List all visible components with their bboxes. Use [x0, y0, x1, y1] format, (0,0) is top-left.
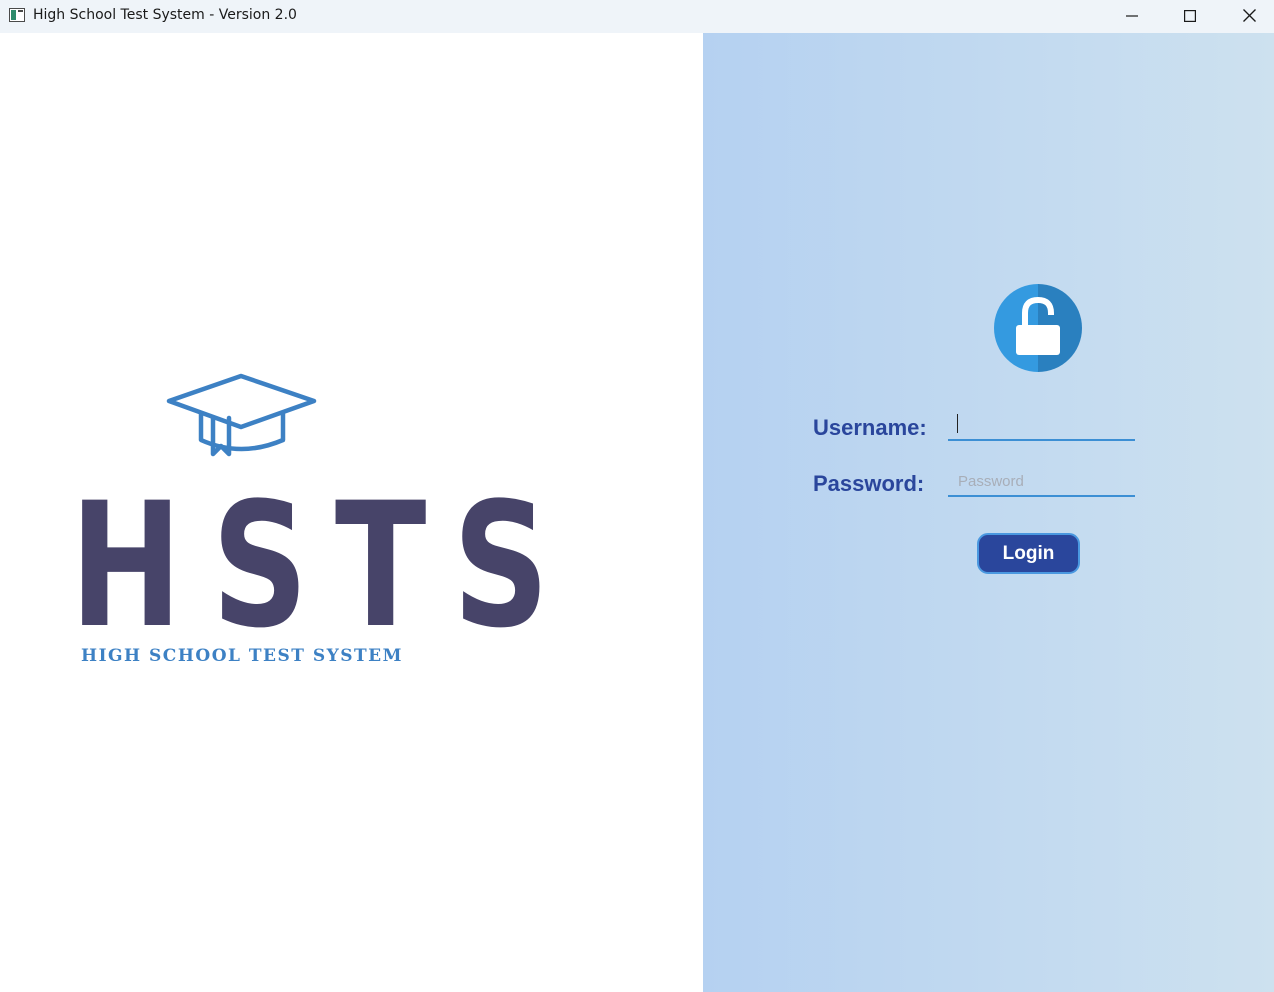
logo-pane: H S T S HIGH SCHOOL TEST SYSTEM	[0, 33, 703, 992]
text-caret	[957, 414, 958, 433]
close-button[interactable]	[1220, 0, 1274, 31]
password-input[interactable]	[948, 467, 1135, 497]
minimize-button[interactable]	[1103, 0, 1161, 31]
logo-wordmark: H S T S	[54, 465, 550, 666]
maximize-icon	[1184, 9, 1196, 22]
close-icon	[1242, 9, 1256, 22]
maximize-button[interactable]	[1161, 0, 1219, 31]
window-title: High School Test System - Version 2.0	[33, 7, 297, 23]
username-label: Username:	[813, 415, 927, 440]
logo-letter: T	[334, 465, 427, 666]
unlocked-padlock-icon	[994, 284, 1082, 372]
minimize-icon	[1126, 14, 1138, 17]
title-bar: High School Test System - Version 2.0	[0, 0, 1274, 33]
logo-tagline: HIGH SCHOOL TEST SYSTEM	[81, 646, 403, 666]
login-pane: Username: Password: Login	[703, 33, 1274, 992]
graduation-cap-icon	[166, 373, 317, 457]
login-button[interactable]: Login	[977, 533, 1080, 574]
username-input[interactable]	[948, 411, 1135, 441]
app-window: High School Test System - Version 2.0 H …	[0, 0, 1274, 992]
logo-letter: S	[452, 465, 550, 666]
logo-letter: H	[69, 465, 183, 666]
logo-letter: S	[211, 465, 309, 666]
app-icon	[9, 8, 25, 22]
password-label: Password:	[813, 471, 925, 496]
